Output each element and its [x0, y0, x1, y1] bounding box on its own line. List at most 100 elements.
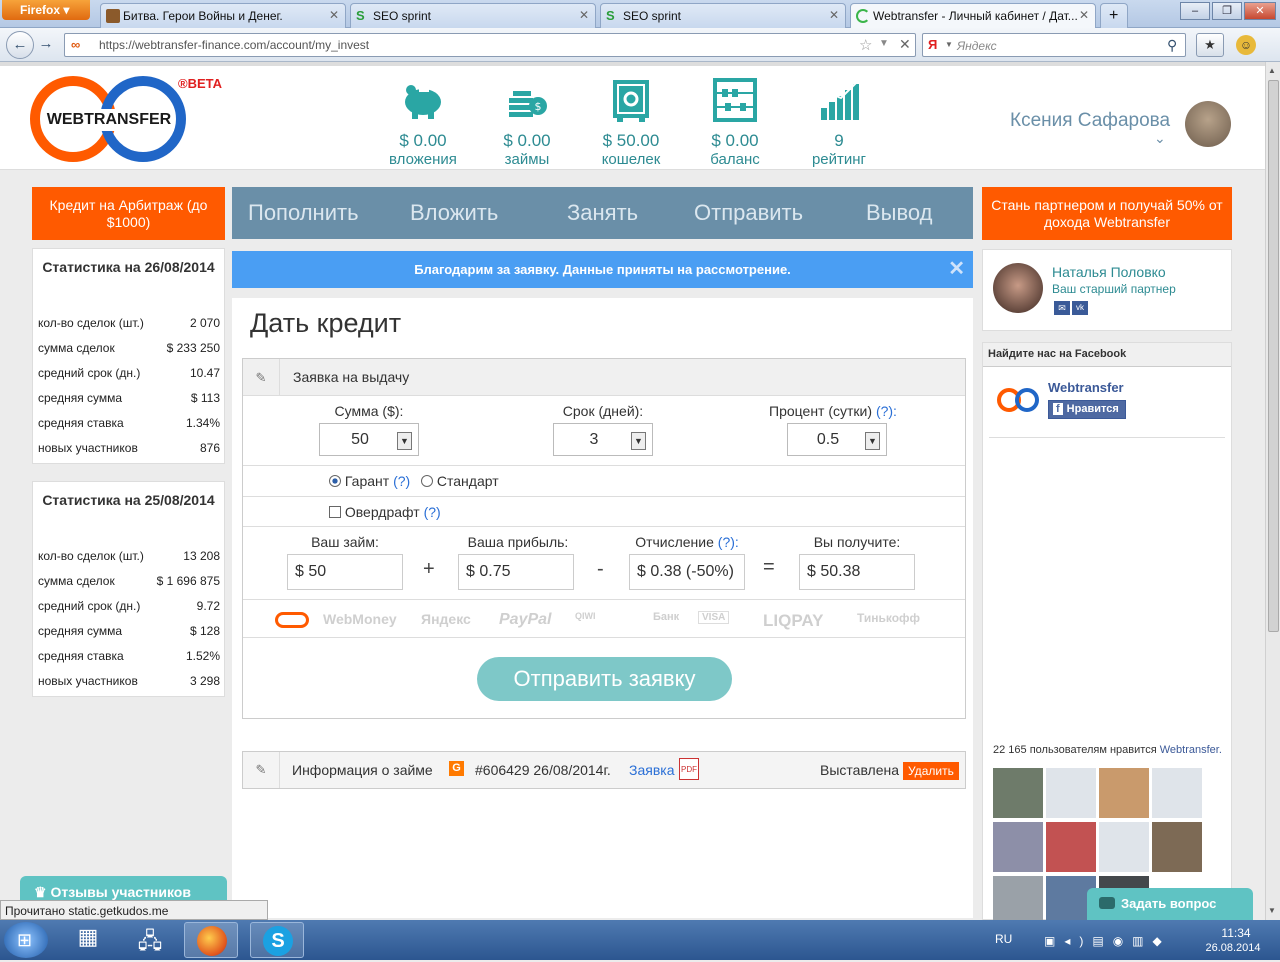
user-name[interactable]: Ксения Сафарова	[1010, 110, 1170, 132]
webtransfer-fb-logo[interactable]	[997, 388, 1041, 412]
scroll-up-icon[interactable]: ▲	[1268, 66, 1278, 75]
menu-invest[interactable]: Вложить	[410, 200, 498, 226]
notice-text: Благодарим за заявку. Данные приняты на …	[414, 262, 791, 277]
firefox-taskbar-button[interactable]	[184, 922, 238, 958]
url-bar[interactable]: ∞ https://webtransfer-finance.com/accoun…	[64, 33, 916, 57]
close-icon[interactable]: ✕	[579, 8, 589, 22]
user-avatar[interactable]	[1185, 101, 1231, 147]
fan-avatar[interactable]	[1099, 768, 1149, 818]
scroll-thumb[interactable]	[1268, 80, 1279, 632]
fan-avatar-placeholder[interactable]	[1046, 768, 1096, 818]
likes-link[interactable]: Webtransfer.	[1160, 744, 1222, 756]
addon-icon[interactable]: ☺	[1236, 35, 1256, 55]
fee-field[interactable]: $ 0.38 (-50%)	[629, 554, 745, 590]
partner-avatar[interactable]	[993, 263, 1043, 313]
stats-row: кол-во сделок (шт.) 2 070	[38, 316, 220, 330]
mail-icon[interactable]: ✉	[1054, 301, 1070, 315]
history-dropdown-icon[interactable]: ▼	[879, 38, 889, 49]
skype-taskbar-button[interactable]: S	[250, 922, 304, 958]
scroll-down-icon[interactable]: ▼	[1268, 906, 1278, 915]
menu-withdraw[interactable]: Вывод	[866, 200, 933, 226]
fan-avatar[interactable]	[993, 768, 1043, 818]
vk-icon[interactable]: vk	[1072, 301, 1088, 315]
rate-help-link[interactable]: (?):	[876, 403, 897, 419]
stat-wallet[interactable]: $ 50.00 кошелек	[586, 76, 676, 168]
close-window-button[interactable]: ✕	[1244, 2, 1276, 20]
stop-icon[interactable]: ✕	[899, 36, 911, 53]
chevron-down-icon[interactable]: ⌄	[1154, 130, 1166, 147]
ask-question-button[interactable]: Задать вопрос	[1087, 888, 1253, 920]
url-text: https://webtransfer-finance.com/account/…	[99, 38, 370, 52]
firefox-menu-button[interactable]: Firefox ▾	[2, 0, 90, 20]
liqpay-logo: LIQPAY	[763, 611, 824, 630]
overdraft-checkbox[interactable]: Овердрафт (?)	[329, 504, 441, 520]
pencil-icon: ✎	[243, 359, 280, 396]
close-icon[interactable]: ✕	[1079, 8, 1089, 22]
stat-balance[interactable]: $ 0.00 баланс	[690, 76, 780, 168]
divider	[243, 637, 965, 638]
page-scrollbar[interactable]: ▲ ▼	[1265, 62, 1280, 920]
garant-radio[interactable]: Гарант (?)	[329, 473, 410, 489]
close-icon[interactable]: ✕	[948, 251, 965, 288]
delete-button[interactable]: Удалить	[903, 762, 959, 780]
clock-time[interactable]: 11:34	[1206, 926, 1266, 940]
fan-avatar[interactable]	[1152, 822, 1202, 872]
menu-deposit[interactable]: Пополнить	[248, 200, 359, 226]
start-button[interactable]: ⊞	[4, 922, 48, 958]
submit-application-button[interactable]: Отправить заявку	[477, 657, 732, 701]
new-tab-button[interactable]: +	[1100, 3, 1128, 28]
stat-rating[interactable]: 9 рейтинг	[794, 76, 884, 168]
partner-promo-button[interactable]: Стань партнером и получай 50% от дохода …	[982, 187, 1232, 240]
overdraft-help-link[interactable]: (?)	[424, 504, 441, 520]
network-computer-icon[interactable]: 🖧	[128, 924, 172, 956]
fan-avatar[interactable]	[1046, 822, 1096, 872]
close-icon[interactable]: ✕	[329, 8, 339, 22]
menu-send[interactable]: Отправить	[694, 200, 803, 226]
fee-help-link[interactable]: (?):	[718, 534, 739, 550]
receive-field[interactable]: $ 50.38	[799, 554, 915, 590]
amount-select[interactable]: 50 ▼	[319, 423, 419, 456]
clock-date[interactable]: 26.08.2014	[1198, 942, 1268, 954]
forward-button[interactable]: →	[34, 33, 58, 57]
minimize-button[interactable]: –	[1180, 2, 1210, 20]
partner-name[interactable]: Наталья Половко	[1052, 264, 1166, 280]
stats-row: средний срок (дн.) 10.47	[38, 366, 220, 380]
application-link[interactable]: Заявка	[629, 762, 674, 778]
garant-help-link[interactable]: (?)	[393, 473, 410, 489]
browser-tab[interactable]: S SEO sprint ✕	[350, 3, 596, 28]
close-icon[interactable]: ✕	[829, 8, 839, 22]
term-select[interactable]: 3 ▼	[553, 423, 653, 456]
fb-like-button[interactable]: f Нравится	[1048, 400, 1126, 419]
term-label: Срок (дней):	[562, 403, 644, 419]
engine-dropdown-icon[interactable]: ▼	[945, 40, 953, 49]
rate-select[interactable]: 0.5 ▼	[787, 423, 887, 456]
calculator-icon[interactable]: ▦	[68, 924, 108, 956]
tray-icons[interactable]: ▣◂)▤◉▥◆	[1044, 934, 1184, 950]
menu-borrow[interactable]: Занять	[567, 200, 638, 226]
loan-field[interactable]: $ 50	[287, 554, 403, 590]
site-identity-icon[interactable]: ∞	[71, 37, 91, 53]
search-bar[interactable]: Я ▼ Яндекс ⚲	[922, 33, 1186, 57]
search-icon[interactable]: ⚲	[1167, 37, 1177, 54]
fan-avatar[interactable]	[993, 876, 1043, 920]
back-button[interactable]: ←	[6, 31, 34, 59]
arbitrage-credit-button[interactable]: Кредит на Арбитраж (до $1000)	[32, 187, 225, 240]
fan-avatar[interactable]	[993, 822, 1043, 872]
browser-tab[interactable]: Битва. Герои Войны и Денег. ✕	[100, 3, 346, 28]
browser-tab-active[interactable]: Webtransfer - Личный кабинет / Дат... ✕	[850, 3, 1096, 28]
browser-tab[interactable]: S SEO sprint ✕	[600, 3, 846, 28]
fan-avatar-placeholder[interactable]	[1099, 822, 1149, 872]
stat-loans[interactable]: $ $ 0.00 займы	[482, 76, 572, 168]
stat-investments[interactable]: $ 0.00 вложения	[378, 76, 468, 168]
bookmarks-menu-icon[interactable]: ★	[1196, 33, 1224, 57]
webtransfer-logo[interactable]: WEBTRANSFER ®BETA	[30, 76, 222, 162]
fan-avatar-placeholder[interactable]	[1152, 768, 1202, 818]
pdf-icon[interactable]: PDF	[679, 758, 699, 780]
standard-radio[interactable]: Стандарт	[421, 473, 499, 489]
profit-field[interactable]: $ 0.75	[458, 554, 574, 590]
maximize-button[interactable]: ❐	[1212, 2, 1242, 20]
safe-icon	[613, 80, 649, 122]
bookmark-star-icon[interactable]: ☆	[859, 36, 872, 54]
fb-page-name[interactable]: Webtransfer	[1048, 380, 1124, 395]
language-indicator[interactable]: RU	[995, 932, 1012, 946]
